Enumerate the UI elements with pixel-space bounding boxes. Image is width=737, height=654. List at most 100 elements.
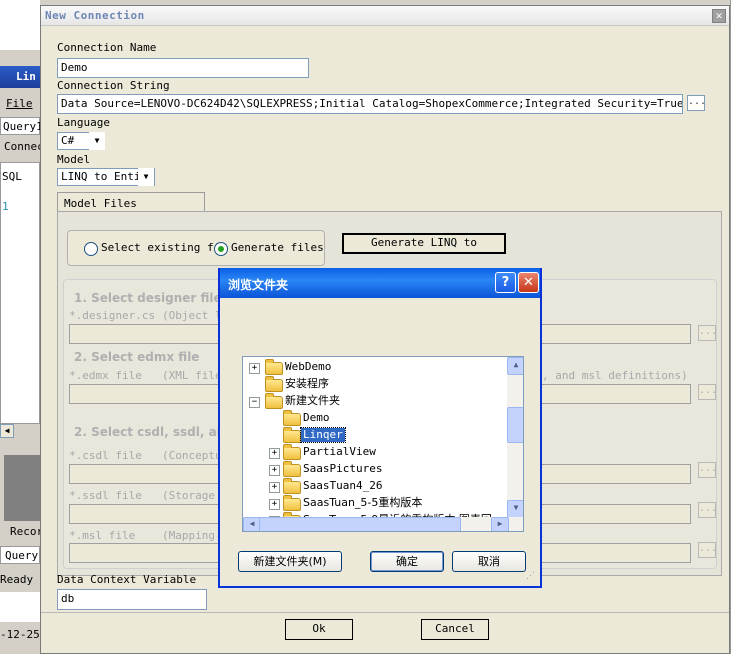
expand-icon[interactable]: + (269, 465, 280, 476)
dialog-titlebar[interactable]: New Connection ✕ (41, 6, 729, 26)
tree-item-label: WebDemo (285, 360, 332, 373)
browse-cancel-button[interactable]: 取消 (452, 551, 526, 572)
tree-item-new-folder[interactable]: − 新建文件夹 (243, 393, 505, 410)
tree-item-webdemo[interactable]: + WebDemo (243, 359, 505, 376)
data-context-label: Data Context Variable (57, 573, 197, 586)
ok-button[interactable]: Ok (285, 619, 353, 640)
close-icon: ✕ (523, 275, 534, 290)
scroll-right-button[interactable]: ▶ (491, 517, 509, 531)
ssdl-file-label: *.ssdl file (69, 489, 142, 502)
scroll-thumb[interactable] (507, 407, 523, 443)
expand-icon[interactable]: + (269, 499, 280, 510)
radio-select-existing-label[interactable]: Select existing fil (101, 241, 227, 254)
tree-item-saaspictures[interactable]: + SaasPictures (243, 461, 505, 478)
resize-grip-icon[interactable]: ⋰ (526, 570, 538, 582)
tree-item-linqer[interactable]: Linqer (243, 427, 505, 444)
tree-item-label-selected: Linqer (300, 427, 346, 443)
folder-tree[interactable]: + WebDemo 安装程序 − 新建文件夹 Demo Linqer + Par… (242, 356, 524, 532)
folder-icon (265, 359, 283, 375)
edmx-file-label: *.edmx file (69, 369, 142, 382)
connection-string-input[interactable]: Data Source=LENOVO-DC624D42\SQLEXPRESS;I… (57, 94, 683, 114)
bg-query-tab[interactable]: Query1 (0, 117, 43, 135)
folder-open-icon (265, 393, 283, 409)
language-label: Language (57, 116, 110, 129)
folder-icon (283, 444, 301, 460)
radio-generate-files[interactable] (214, 242, 228, 256)
browse-ok-button[interactable]: 确定 (370, 551, 444, 572)
expand-icon[interactable]: + (269, 448, 280, 459)
dialog-footer-divider (41, 612, 729, 613)
section-designer-title: 1. Select designer file (74, 291, 222, 305)
tree-item-label: SaasTuan4_26 (303, 479, 383, 492)
bg-line-number: 1 (2, 200, 9, 213)
connection-string-browse-button[interactable]: ... (687, 95, 706, 111)
designer-browse-button: ... (698, 325, 717, 341)
tree-item-label: SaasPictures (303, 462, 383, 475)
section-csdl-title: 2. Select csdl, ssdl, and (74, 425, 234, 439)
bg-gray-panel (4, 455, 40, 521)
tab-model-files[interactable]: Model Files (57, 192, 205, 212)
bg-ready-status: Ready (0, 573, 34, 586)
bg-scroll-left-button[interactable]: ◀ (0, 424, 14, 438)
browse-title: 浏览文件夹 (228, 278, 289, 292)
tree-item-partialview[interactable]: + PartialView (243, 444, 505, 461)
radio-select-existing[interactable] (84, 242, 98, 256)
tree-item-demo[interactable]: Demo (243, 410, 505, 427)
tree-item-label: Demo (303, 411, 330, 424)
ssdl-browse-button: ... (698, 502, 717, 518)
bg-connect-label: Connec (4, 140, 44, 153)
tree-item-saastuan4-26[interactable]: + SaasTuan4_26 (243, 478, 505, 495)
bg-records-label: Recor (10, 525, 44, 538)
browse-close-button[interactable]: ✕ (518, 272, 539, 293)
connection-name-input[interactable]: Demo (57, 58, 309, 78)
tree-item-installer[interactable]: 安装程序 (243, 376, 505, 393)
bg-file-menu[interactable]: File (0, 95, 40, 113)
section-edmx-title: 2. Select edmx file (74, 350, 200, 364)
help-icon: ? (501, 275, 510, 290)
radio-generate-files-label[interactable]: Generate files (231, 241, 324, 254)
bg-query-bottom-tab[interactable]: Query (0, 546, 40, 564)
tree-item-label: SaasTuan_5-5重构版本 (303, 496, 423, 509)
folder-icon (283, 461, 301, 477)
csdl-browse-button: ... (698, 462, 717, 478)
generate-linq-button[interactable]: Generate LINQ to (342, 233, 506, 254)
chevron-down-icon[interactable]: ▼ (89, 132, 105, 150)
bg-linq-label: Lin (16, 70, 36, 83)
collapse-icon[interactable]: − (249, 397, 260, 408)
scroll-up-button[interactable]: ▲ (507, 357, 523, 375)
dialog-title: New Connection (45, 9, 145, 22)
cancel-button[interactable]: Cancel (421, 619, 489, 640)
tree-vertical-scrollbar[interactable]: ▲ ▼ (507, 357, 523, 518)
chevron-down-icon[interactable]: ▼ (138, 168, 154, 186)
scroll-down-button[interactable]: ▼ (507, 500, 523, 518)
bg-sql-tab[interactable]: SQL (2, 170, 22, 183)
folder-icon (283, 410, 301, 426)
bg-right-strip (730, 0, 737, 654)
expand-icon[interactable]: + (249, 363, 260, 374)
edmx-browse-button: ... (698, 384, 717, 400)
close-icon: ✕ (715, 9, 723, 22)
browse-folder-dialog: 浏览文件夹 ? ✕ + WebDemo 安装程序 − 新建文件夹 Demo Li… (218, 268, 542, 588)
browse-titlebar[interactable]: 浏览文件夹 ? ✕ (220, 268, 540, 298)
dialog-close-button[interactable]: ✕ (712, 9, 726, 23)
connection-name-label: Connection Name (57, 41, 157, 54)
edmx-file-desc: (XML file (162, 369, 222, 382)
edmx-file-desc-tail: , and msl definitions) (542, 369, 688, 382)
tree-item-saastuan-5-5[interactable]: + SaasTuan_5-5重构版本 (243, 495, 505, 512)
tree-horizontal-scrollbar[interactable]: ◀ ▶ (243, 517, 523, 531)
bg-linq-titlebar: Lin (0, 66, 40, 88)
expand-icon[interactable]: + (269, 482, 280, 493)
help-button[interactable]: ? (495, 272, 516, 293)
folder-icon (283, 478, 301, 494)
hscroll-thumb[interactable] (259, 517, 461, 531)
folder-icon (283, 495, 301, 511)
new-folder-button[interactable]: 新建文件夹(M) (238, 551, 342, 572)
msl-browse-button: ... (698, 542, 717, 558)
csdl-file-label: *.csdl file (69, 449, 142, 462)
folder-open-icon (283, 427, 301, 443)
folder-icon (265, 376, 283, 392)
model-value: LINQ to Enti (61, 170, 141, 183)
data-context-input[interactable]: db (57, 589, 207, 610)
tree-item-label: PartialView (303, 445, 376, 458)
designer-file-label: *.designer.cs (69, 309, 156, 322)
